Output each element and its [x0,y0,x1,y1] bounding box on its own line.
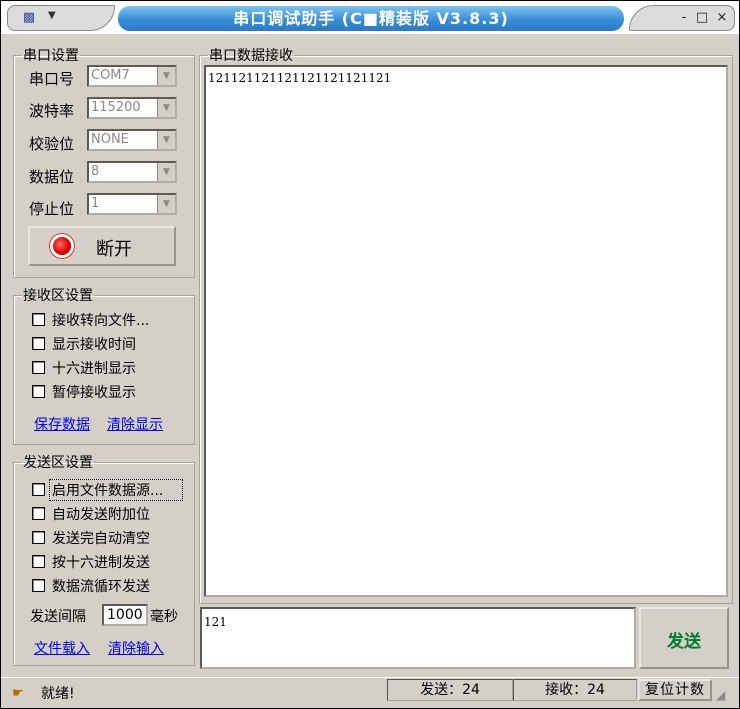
port-label: 串口号 [29,70,75,88]
maximize-button[interactable]: □ [694,9,710,27]
databits-value: 8 [91,164,100,179]
main-window: ▩ ▼ 串口调试助手 (C■精装版 V3.8.3) - □ × 串口设置 串口号… [0,0,740,709]
save-data-link[interactable]: 保存数据 [34,414,90,434]
loop-send-checkbox[interactable] [32,579,45,592]
open-close-port-button[interactable]: 断开 [28,226,176,266]
clear-display-link[interactable]: 清除显示 [107,414,163,434]
baud-value: 115200 [91,100,141,115]
baud-select[interactable]: 115200 ▼ [87,97,177,119]
databits-label: 数据位 [29,168,75,186]
interval-input[interactable]: 1000 [102,604,148,626]
app-icon[interactable]: ▩ [16,9,42,27]
receive-data-title: 串口数据接收 [209,48,293,64]
interval-unit-label: 毫秒 [150,609,178,625]
status-lamp-icon [53,237,71,255]
show-time-label[interactable]: 显示接收时间 [52,334,136,354]
send-textarea[interactable]: 121 [200,607,636,669]
parity-select[interactable]: NONE ▼ [87,129,177,151]
hex-display-label[interactable]: 十六进制显示 [52,358,136,378]
auto-clear-checkbox[interactable] [32,531,45,544]
auto-clear-label[interactable]: 发送完自动清空 [52,528,150,548]
recv-to-file-checkbox[interactable] [32,313,45,326]
chevron-down-icon[interactable]: ▼ [157,131,175,149]
minimize-button[interactable]: - [676,9,692,27]
auto-append-label[interactable]: 自动发送附加位 [52,504,150,524]
chevron-down-icon[interactable]: ▼ [157,67,175,85]
file-source-checkbox[interactable] [32,483,45,496]
loop-send-label[interactable]: 数据流循环发送 [52,576,150,596]
system-menu-area[interactable]: ▩ ▼ [7,5,115,31]
file-source-label[interactable]: 启用文件数据源... [52,480,163,500]
port-value: COM7 [91,68,130,83]
receive-settings-title: 接收区设置 [23,288,93,304]
hex-display-checkbox[interactable] [32,361,45,374]
stopbits-value: 1 [91,196,100,211]
receive-textarea[interactable]: 121121121121121121121121 [204,65,728,597]
reset-count-button[interactable]: 复位计数 [638,679,712,701]
window-title: 串口调试助手 (C■精装版 V3.8.3) [233,9,509,28]
auto-append-checkbox[interactable] [32,507,45,520]
hand-pointer-icon: ☛ [12,686,24,701]
hex-send-label[interactable]: 按十六进制发送 [52,552,150,572]
chevron-down-icon[interactable]: ▼ [157,99,175,117]
status-bar: ☛ 就绪! 发送：24 接收：24 复位计数 ◢ [1,677,739,708]
stopbits-select[interactable]: 1 ▼ [87,193,177,215]
clear-input-link[interactable]: 清除输入 [108,638,164,658]
pause-display-checkbox[interactable] [32,385,45,398]
sent-count: 发送：24 [387,679,513,701]
pause-display-label[interactable]: 暂停接收显示 [52,382,136,402]
parity-label: 校验位 [29,135,75,153]
parity-value: NONE [91,132,129,147]
send-button[interactable]: 发送 [639,607,729,669]
chevron-down-icon[interactable]: ▼ [157,163,175,181]
interval-label: 发送间隔 [30,609,86,625]
send-input-text: 121 [204,615,227,629]
baud-label: 波特率 [29,102,75,120]
chevron-down-icon[interactable]: ▼ [157,195,175,213]
port-settings-title: 串口设置 [23,48,79,64]
port-select[interactable]: COM7 ▼ [87,65,177,87]
file-load-link[interactable]: 文件载入 [34,638,90,658]
recv-to-file-label[interactable]: 接收转向文件... [52,310,149,330]
resize-grip-icon[interactable]: ◢ [716,688,725,702]
menu-arrow-icon[interactable]: ▼ [48,10,56,21]
received-data-text: 121121121121121121121121 [208,71,392,85]
show-time-checkbox[interactable] [32,337,45,350]
received-count: 接收：24 [513,679,637,701]
open-close-label: 断开 [96,239,132,260]
title-bar[interactable]: ▩ ▼ 串口调试助手 (C■精装版 V3.8.3) - □ × [1,1,739,34]
stopbits-label: 停止位 [29,200,75,218]
window-controls: - □ × [629,5,735,31]
databits-select[interactable]: 8 ▼ [87,161,177,183]
status-text: 就绪! [41,686,75,702]
title-pill: 串口调试助手 (C■精装版 V3.8.3) [118,6,624,31]
close-button[interactable]: × [714,9,730,27]
hex-send-checkbox[interactable] [32,555,45,568]
send-button-label: 发送 [667,632,701,652]
send-settings-title: 发送区设置 [23,455,93,471]
